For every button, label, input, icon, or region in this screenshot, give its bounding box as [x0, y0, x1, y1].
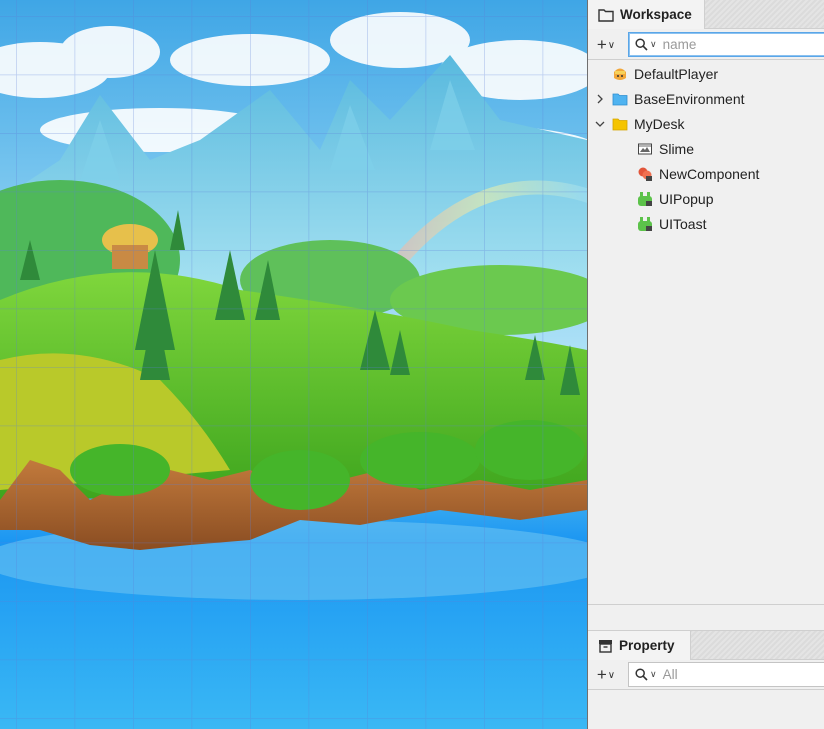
- editor-side-panel: Workspace + ∨ ∨ name DefaultPlayer BaseE…: [587, 0, 824, 729]
- chevron-down-icon: ∨: [607, 670, 616, 681]
- tab-workspace[interactable]: Workspace: [588, 0, 705, 29]
- tree-item-label: Slime: [659, 140, 695, 157]
- tree-item-uipopup[interactable]: UIPopup: [588, 186, 824, 211]
- workspace-add-button[interactable]: + ∨: [588, 33, 624, 57]
- tree-item-label: UIToast: [659, 215, 707, 232]
- property-tabbar: Property: [588, 631, 824, 660]
- tree-item-slime[interactable]: Slime: [588, 136, 824, 161]
- component-icon: [638, 167, 652, 181]
- chevron-down-icon[interactable]: ∨: [650, 669, 657, 680]
- tree-item-baseenvironment[interactable]: BaseEnvironment: [588, 86, 824, 111]
- tree-item-label: MyDesk: [634, 115, 685, 132]
- tree-item-label: UIPopup: [659, 190, 714, 207]
- property-toolbar: + ∨ ∨ All: [588, 660, 824, 689]
- ui-icon: [638, 191, 652, 206]
- property-tab-label: Property: [619, 638, 675, 653]
- folder-outline-icon: [598, 8, 614, 22]
- tree-item-label: DefaultPlayer: [634, 65, 719, 82]
- property-search-input[interactable]: ∨ All: [628, 662, 824, 687]
- search-icon: [635, 668, 648, 681]
- property-box-icon: [599, 639, 612, 653]
- ui-icon: [638, 216, 652, 231]
- tree-item-mydesk[interactable]: MyDesk: [588, 111, 824, 136]
- divider: [588, 604, 824, 605]
- workspace-tabbar: Workspace: [588, 0, 824, 29]
- tree-item-newcomponent[interactable]: NewComponent: [588, 161, 824, 186]
- divider: [588, 59, 824, 60]
- workspace-toolbar: + ∨ ∨ name: [588, 30, 824, 59]
- player-icon: [614, 68, 626, 80]
- sprite-icon: [638, 143, 652, 154]
- divider: [588, 689, 824, 690]
- chevron-down-icon[interactable]: ∨: [650, 39, 657, 50]
- folder-blue-icon: [612, 93, 628, 105]
- chevron-down-icon: ∨: [607, 40, 616, 51]
- search-placeholder: All: [662, 667, 678, 682]
- search-placeholder: name: [662, 37, 697, 52]
- plus-icon: +: [596, 664, 607, 684]
- scene-canvas: [0, 0, 587, 729]
- tree-item-defaultplayer[interactable]: DefaultPlayer: [588, 61, 824, 86]
- search-icon: [635, 38, 648, 51]
- tree-item-label: BaseEnvironment: [634, 90, 745, 107]
- workspace-tree: DefaultPlayer BaseEnvironment MyDesk Sli…: [588, 61, 824, 236]
- tree-item-uitoast[interactable]: UIToast: [588, 211, 824, 236]
- chevron-right-icon[interactable]: [595, 94, 605, 104]
- workspace-tab-label: Workspace: [620, 7, 692, 22]
- chevron-down-icon[interactable]: [595, 119, 605, 129]
- tree-item-label: NewComponent: [659, 165, 760, 182]
- game-viewport[interactable]: [0, 0, 587, 729]
- folder-yellow-icon: [612, 118, 628, 130]
- plus-icon: +: [596, 34, 607, 54]
- property-add-button[interactable]: + ∨: [588, 663, 624, 687]
- workspace-search-input[interactable]: ∨ name: [628, 32, 824, 57]
- tab-property[interactable]: Property: [588, 631, 691, 660]
